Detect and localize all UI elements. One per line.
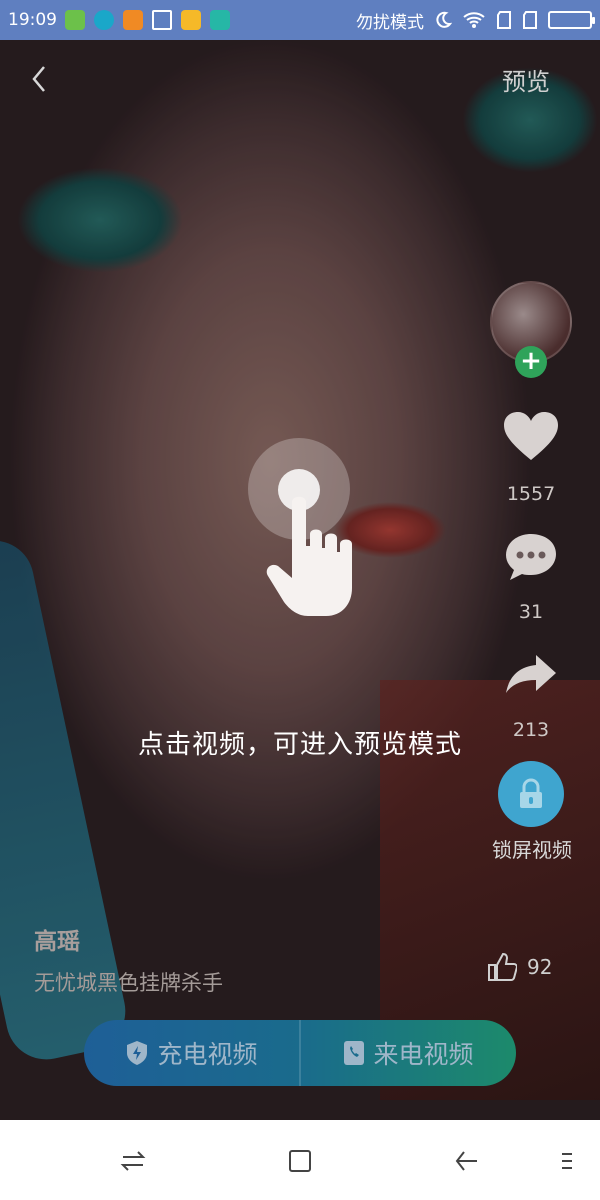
menu-button[interactable] — [552, 1146, 582, 1176]
lock-screen-video-button[interactable] — [498, 761, 564, 827]
square-icon — [289, 1150, 311, 1172]
switch-arrows-icon — [120, 1151, 146, 1171]
preview-button[interactable]: 预览 — [502, 62, 550, 97]
like-count: 1557 — [506, 483, 556, 505]
back-nav-button[interactable] — [452, 1146, 482, 1176]
preview-hint-text: 点击视频，可进入预览模式 — [137, 730, 462, 760]
menu-icon — [562, 1153, 572, 1169]
wifi-icon — [463, 12, 485, 28]
comment-icon[interactable] — [503, 531, 559, 583]
follow-button[interactable]: + — [515, 346, 547, 378]
charge-video-button[interactable]: 充电视频 — [84, 1020, 299, 1086]
moon-icon — [436, 11, 452, 28]
phone-card-icon — [344, 1041, 365, 1065]
folder-icon — [181, 10, 201, 30]
dnd-label: 勿扰模式 — [356, 12, 424, 33]
comment-count: 31 — [518, 601, 544, 623]
charging-shield-icon — [127, 1041, 148, 1065]
recent-apps-button[interactable] — [118, 1146, 148, 1176]
signal-icon — [523, 11, 537, 29]
signal-icon — [497, 11, 511, 29]
thumbs-up-count: 92 — [527, 955, 553, 979]
status-right: 勿扰模式 — [356, 8, 595, 33]
system-nav-bar — [0, 1120, 600, 1200]
heart-icon[interactable] — [502, 410, 560, 462]
home-button[interactable] — [285, 1146, 315, 1176]
usb-icon — [210, 10, 230, 30]
lock-icon — [520, 778, 542, 808]
pointing-hand-icon — [266, 496, 352, 616]
notification-app-icon — [65, 10, 85, 30]
status-time: 19:09 — [8, 10, 57, 30]
thumbs-up-button[interactable]: 92 — [487, 952, 552, 982]
video-type-switch: 充电视频 来电视频 — [84, 1020, 516, 1086]
video-description: 无忧城黑色挂牌杀手 — [34, 971, 223, 995]
chevron-left-icon — [32, 66, 45, 92]
charge-video-label: 充电视频 — [157, 1040, 258, 1069]
broom-icon — [152, 10, 172, 30]
warning-icon — [123, 10, 143, 30]
status-bar: 19:09 勿扰模式 — [0, 0, 600, 40]
author-name[interactable]: 高瑶 — [34, 922, 80, 956]
back-button[interactable] — [30, 64, 56, 100]
battery-icon — [548, 11, 595, 29]
back-arrow-icon — [455, 1151, 477, 1171]
share-icon[interactable] — [504, 653, 558, 695]
call-video-button[interactable]: 来电视频 — [301, 1020, 516, 1086]
thumbs-up-icon — [488, 952, 517, 981]
call-video-label: 来电视频 — [373, 1040, 474, 1069]
lock-screen-video-label: 锁屏视频 — [492, 838, 572, 862]
notification-app-icon — [94, 10, 114, 30]
